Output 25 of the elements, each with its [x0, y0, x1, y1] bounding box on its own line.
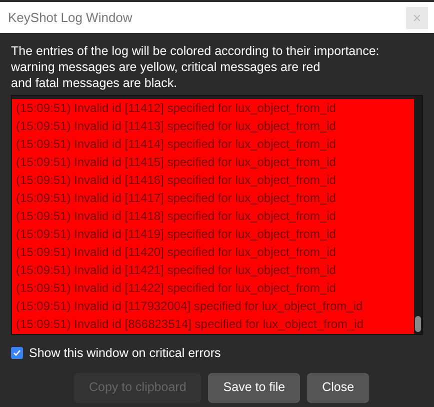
log-entry: (15:09:51) Invalid id [11412] specified for lux_object_from_id: [12, 99, 414, 117]
log-entry: (15:09:51) Invalid id [11419] specified for lux_object_from_id: [12, 225, 414, 243]
dialog-button[interactable]: Close: [307, 372, 370, 403]
dialog-button[interactable]: Save to file: [208, 372, 300, 403]
checkmark-icon: [13, 349, 21, 358]
log-entry: (15:09:51) Invalid id [11421] specified for lux_object_from_id: [12, 261, 414, 279]
log-entry: (15:09:51) Invalid id [11420] specified for lux_object_from_id: [12, 243, 414, 261]
checkbox-label: Show this window on critical errors: [29, 345, 221, 362]
checkbox[interactable]: [11, 347, 23, 360]
log-entry: (15:09:51) Invalid id [117932004] specified for lux_object_from_id: [12, 297, 414, 315]
scrollbar-thumb[interactable]: [415, 316, 421, 332]
description-text: and fatal messages are black.: [11, 75, 178, 91]
close-icon: [414, 14, 420, 20]
log-entry: (15:09:51) Invalid id [11416] specified for lux_object_from_id: [12, 171, 414, 189]
scrollbar[interactable]: [414, 96, 422, 334]
log-entry: (15:09:51) Invalid id [11422] specified for lux_object_from_id: [12, 279, 414, 297]
log-entry: (15:09:51) Invalid id [11417] specified for lux_object_from_id: [12, 189, 414, 207]
log-entry: (15:09:51) Invalid id [11418] specified for lux_object_from_id: [12, 207, 414, 225]
window-title: KeyShot Log Window: [8, 8, 132, 27]
log-entry: (15:09:51) Invalid id [11415] specified for lux_object_from_id: [12, 153, 414, 171]
description-text: warning messages are yellow, critical messages are red: [11, 59, 322, 75]
log-entry: (15:09:51) Invalid id [866823514] specified for lux_object_from_id: [12, 315, 414, 333]
description-text: The entries of the log will be colored according to their importance:: [11, 43, 380, 59]
log-entry: (15:09:51) Invalid id [11413] specified for lux_object_from_id: [12, 117, 414, 135]
log-entry: (15:09:51) Invalid id [11414] specified for lux_object_from_id: [12, 135, 414, 153]
